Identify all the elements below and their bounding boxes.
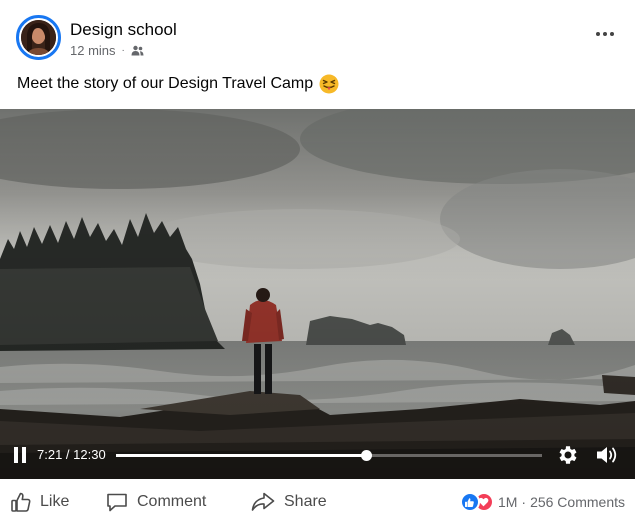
comment-label: Comment: [137, 493, 207, 510]
meta-separator: ·: [121, 44, 125, 56]
more-dot-icon: [610, 32, 614, 36]
reaction-icons: [459, 492, 494, 512]
more-options-button[interactable]: [593, 24, 617, 44]
video-progress-fill: [116, 454, 367, 457]
share-label: Share: [284, 493, 327, 510]
squinting-tongue-emoji-icon: [319, 74, 339, 94]
post-action-bar: Like Comment Share 1M · 256 Comments: [0, 479, 635, 525]
pause-icon[interactable]: [13, 447, 27, 463]
comments-count[interactable]: 256 Comments: [530, 494, 625, 510]
comment-button[interactable]: Comment: [105, 491, 206, 513]
post-time[interactable]: 12 mins: [70, 43, 116, 58]
reaction-summary[interactable]: 1M · 256 Comments: [459, 492, 625, 512]
author-avatar[interactable]: [16, 15, 61, 60]
post-header: Design school 12 mins ·: [0, 0, 635, 70]
share-button[interactable]: Share: [250, 491, 327, 513]
more-dot-icon: [603, 32, 607, 36]
post-meta: 12 mins ·: [70, 43, 144, 58]
volume-icon[interactable]: [595, 444, 619, 466]
video-time: 7:21 / 12:30: [37, 447, 106, 462]
video-progress-bar[interactable]: [116, 450, 542, 461]
video-player[interactable]: [0, 109, 635, 479]
video-controls: 7:21 / 12:30: [0, 438, 635, 479]
like-label: Like: [40, 493, 70, 510]
avatar-image: [21, 20, 56, 55]
comment-bubble-icon: [105, 491, 129, 513]
like-reaction-icon: [459, 492, 480, 512]
author-name[interactable]: Design school: [70, 20, 177, 40]
like-button[interactable]: Like: [10, 491, 69, 513]
video-frame-image: [0, 109, 635, 479]
post-caption: Meet the story of our Design Travel Camp: [17, 74, 339, 94]
reaction-count[interactable]: 1M: [498, 494, 517, 510]
settings-icon[interactable]: [556, 443, 580, 467]
friends-icon[interactable]: [131, 45, 144, 56]
more-dot-icon: [596, 32, 600, 36]
share-arrow-icon: [250, 491, 276, 513]
caption-text: Meet the story of our Design Travel Camp: [17, 75, 314, 92]
thumbs-up-icon: [10, 491, 32, 513]
reaction-separator: ·: [521, 494, 527, 510]
video-progress-thumb[interactable]: [360, 450, 372, 461]
